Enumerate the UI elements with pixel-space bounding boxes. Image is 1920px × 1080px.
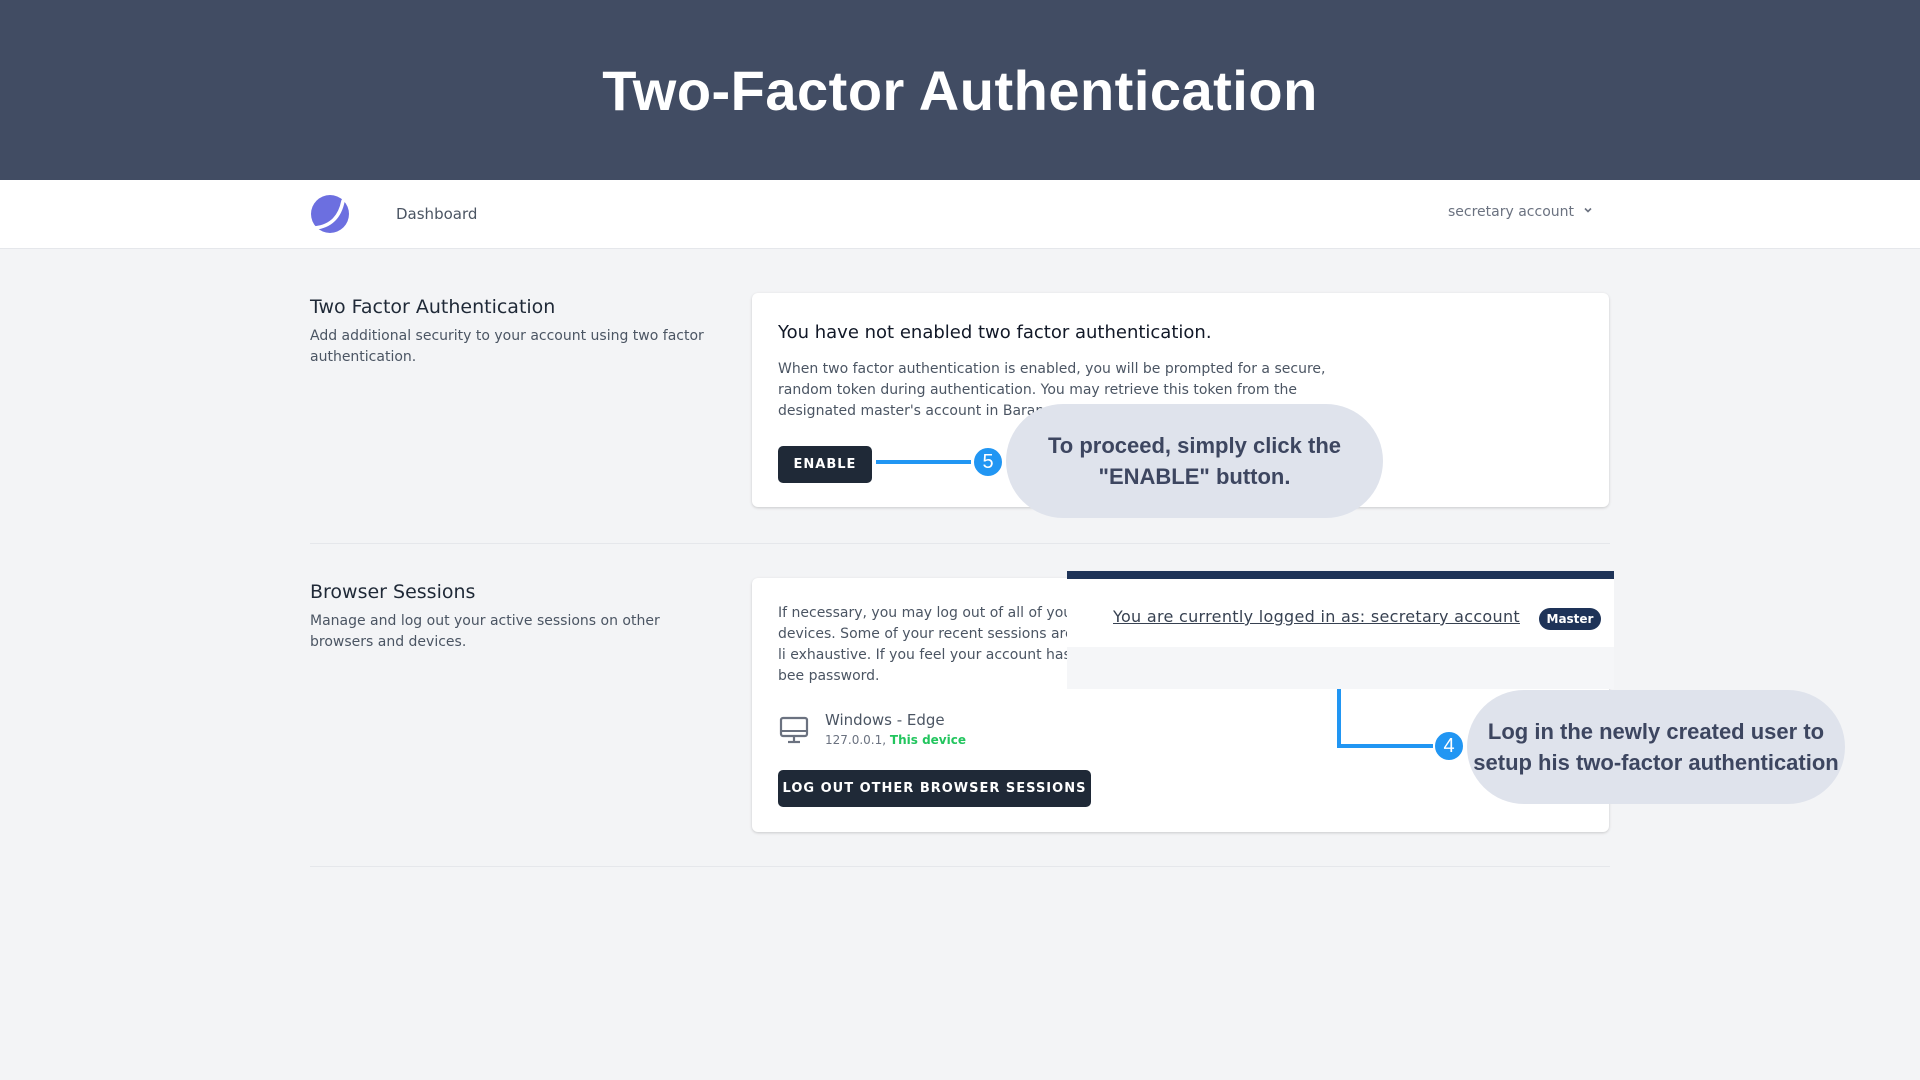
title-banner: Two-Factor Authentication — [0, 0, 1920, 180]
overlay-top-panel: You are currently logged in as: secretar… — [1067, 579, 1614, 647]
section-divider — [310, 543, 1610, 544]
overlay-bottom-panel — [1067, 647, 1614, 689]
two-factor-section-title: Two Factor Authentication — [310, 296, 556, 318]
callout-4-connector-horizontal — [1337, 744, 1433, 748]
browser-sessions-body-text: If necessary, you may log out of all of … — [778, 605, 1078, 684]
chevron-down-icon — [1582, 204, 1594, 220]
step-5-badge: 5 — [972, 446, 1004, 478]
browser-sessions-section-description: Manage and log out your active sessions … — [310, 613, 660, 650]
callout-4: Log in the newly created user to setup h… — [1467, 690, 1845, 804]
logo-icon[interactable] — [310, 194, 350, 234]
navbar: Dashboard secretary account — [0, 180, 1920, 249]
browser-sessions-section-title: Browser Sessions — [310, 581, 476, 603]
account-name: secretary account — [1448, 204, 1574, 220]
session-device-name: Windows - Edge — [825, 711, 945, 729]
bottom-divider — [310, 866, 1610, 867]
this-device-label: This device — [889, 733, 966, 747]
callout-5-connector — [876, 460, 971, 464]
overlay-top-bar — [1067, 571, 1614, 579]
two-factor-status-heading: You have not enabled two factor authenti… — [778, 322, 1212, 343]
session-meta: 127.0.0.1, This device — [825, 733, 966, 747]
logged-in-overlay: You are currently logged in as: secretar… — [1067, 571, 1614, 689]
logout-other-sessions-button[interactable]: LOG OUT OTHER BROWSER SESSIONS — [778, 770, 1091, 807]
master-badge: Master — [1539, 608, 1601, 630]
account-dropdown[interactable]: secretary account — [1448, 204, 1594, 220]
logged-in-text[interactable]: You are currently logged in as: secretar… — [1113, 607, 1520, 626]
callout-5: To proceed, simply click the "ENABLE" bu… — [1006, 404, 1383, 518]
step-4-badge: 4 — [1433, 730, 1465, 762]
banner-title: Two-Factor Authentication — [602, 58, 1318, 122]
desktop-icon — [778, 714, 810, 746]
nav-link-dashboard[interactable]: Dashboard — [396, 205, 477, 223]
enable-button[interactable]: ENABLE — [778, 446, 872, 483]
two-factor-section-description: Add additional security to your account … — [310, 328, 704, 365]
callout-4-connector-vertical — [1337, 689, 1341, 747]
session-ip: 127.0.0.1, — [825, 733, 887, 747]
